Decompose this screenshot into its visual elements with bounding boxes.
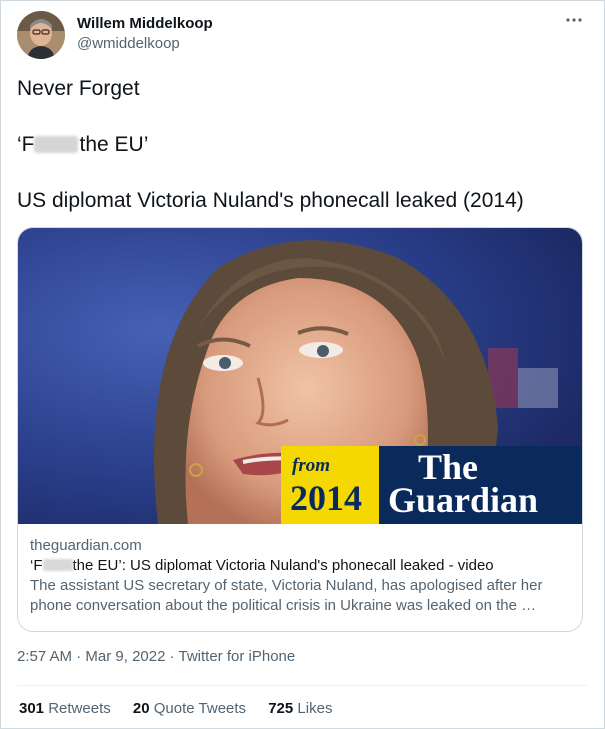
likes-stat[interactable]: 725 Likes (268, 699, 332, 719)
retweets-count: 301 (19, 700, 45, 717)
meta-separator-2: · (165, 648, 179, 665)
tweet-line-2-prefix: ‘F (17, 133, 35, 156)
display-name[interactable]: Willem Middelkoop (77, 14, 213, 34)
likes-label: Likes (297, 700, 333, 717)
ellipsis-icon[interactable] (562, 13, 586, 33)
tweet-date[interactable]: Mar 9, 2022 (85, 648, 165, 665)
likes-count: 725 (268, 700, 294, 717)
censored-word (33, 136, 78, 153)
tweet-line-3: US diplomat Victoria Nuland's phonecall … (17, 189, 524, 212)
card-description-line-1: The assistant US secretary of state, Vic… (30, 577, 543, 594)
tweet-time[interactable]: 2:57 AM (17, 648, 72, 665)
user-handle[interactable]: @wmiddelkoop (77, 34, 213, 54)
engagement-stats: 301 Retweets 20 Quote Tweets 725 Likes (19, 699, 350, 719)
quote-tweets-label: Quote Tweets (153, 700, 247, 717)
quote-tweets-count: 20 (132, 700, 150, 717)
meta-separator-1: · (72, 648, 86, 665)
divider (17, 685, 588, 686)
badge-year: 2014 (290, 478, 362, 518)
card-title-suffix: the EU’: US diplomat Victoria Nuland's p… (72, 557, 494, 574)
avatar-photo (17, 11, 65, 59)
censored-word-small (42, 559, 73, 571)
tweet-source[interactable]: Twitter for iPhone (179, 648, 296, 665)
retweets-label: Retweets (48, 700, 111, 717)
card-title: ‘F the EU’: US diplomat Victoria Nuland's… (30, 556, 570, 576)
card-image: from 2014 The Guardian (18, 228, 582, 524)
quote-tweets-stat[interactable]: 20 Quote Tweets (133, 699, 246, 719)
tweet-meta: 2:57 AM · Mar 9, 2022 · Twitter for iPho… (17, 647, 295, 667)
card-title-prefix: ‘F (30, 557, 43, 574)
tweet-line-2-suffix: the EU’ (79, 133, 149, 156)
tweet-header: Willem Middelkoop @wmiddelkoop (17, 11, 588, 59)
retweets-stat[interactable]: 301 Retweets (19, 699, 111, 719)
author-info: Willem Middelkoop @wmiddelkoop (77, 14, 213, 54)
badge-from: from (292, 455, 330, 476)
card-text: theguardian.com ‘F the EU’: US diplomat V… (30, 536, 570, 616)
tweet-line-1: Never Forget (17, 77, 140, 100)
badge-brand-line2: Guardian (388, 480, 538, 520)
card-domain: theguardian.com (30, 537, 142, 554)
tweet-container: Willem Middelkoop @wmiddelkoop Never For… (0, 0, 605, 729)
link-preview-card[interactable]: from 2014 The Guardian theguardian.com ‘… (17, 227, 583, 632)
tweet-line-2: ‘F the EU’ (17, 133, 148, 157)
avatar[interactable] (17, 11, 65, 59)
card-description-line-2: phone conversation about the political c… (30, 597, 537, 614)
